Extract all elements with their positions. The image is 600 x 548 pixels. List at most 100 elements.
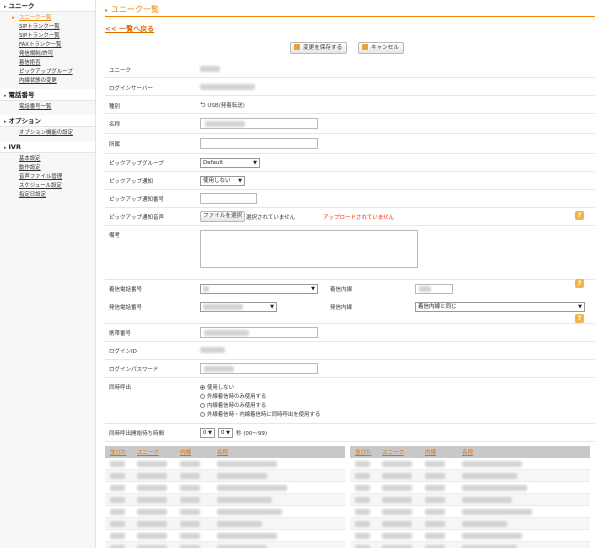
table-header: 並びた ユニーク 内線 名称 xyxy=(105,446,345,458)
table-row[interactable] xyxy=(350,494,590,506)
row-incoming: 着信電話番号 ▼ 着信内線 ? xyxy=(105,279,595,298)
sidebar-section-phone[interactable]: ▸ 電話番号 xyxy=(0,89,95,101)
simul-radio-external[interactable]: 外線着信時のみ使用する xyxy=(200,392,266,400)
notes-textarea[interactable] xyxy=(200,230,418,268)
pickup-group-value: Default xyxy=(203,160,224,166)
table-row[interactable] xyxy=(350,530,590,542)
sidebar-item-sip-trunk-2[interactable]: SIPトランク一覧 xyxy=(0,32,95,41)
outgoing-ext-label: 発信内線 xyxy=(330,305,353,311)
table-row[interactable] xyxy=(105,542,345,548)
login-password-input[interactable] xyxy=(200,363,318,374)
type-value-text: USB(発着転送) xyxy=(207,103,245,109)
affiliation-input[interactable] xyxy=(200,138,318,149)
table-row[interactable] xyxy=(350,482,590,494)
table-row[interactable] xyxy=(105,530,345,542)
pickup-notify-sound-label: ピックアップ通知音声 xyxy=(109,215,165,221)
chevron-down-icon: ▼ xyxy=(238,178,242,184)
sidebar-section-ivr[interactable]: ▸ IVR xyxy=(0,141,95,153)
table-row[interactable] xyxy=(350,470,590,482)
row-pickup-group: ピックアップグループ Default ▼ xyxy=(105,154,595,172)
sidebar-item-ivr-audio[interactable]: 音声ファイル管理 xyxy=(0,173,95,182)
sidebar-item-pickup-group[interactable]: ピックアップグループ xyxy=(0,68,95,77)
outgoing-number-select[interactable]: ▼ xyxy=(200,302,277,312)
sidebar-section-title: 電話番号 xyxy=(8,91,35,99)
row-mobile: 携帯番号 xyxy=(105,324,595,342)
table-row[interactable] xyxy=(105,470,345,482)
radio-icon xyxy=(200,394,205,399)
simul-wait-select-1[interactable]: 0 ▼ xyxy=(200,428,215,438)
table-row[interactable] xyxy=(350,506,590,518)
cancel-button[interactable]: キャンセル xyxy=(358,42,404,54)
simul-wait-select-2[interactable]: 0 ▼ xyxy=(218,428,233,438)
pickup-group-select[interactable]: Default ▼ xyxy=(200,158,260,168)
simul-radio-internal[interactable]: 内線着信時のみ使用する xyxy=(200,401,266,409)
table-row[interactable] xyxy=(105,458,345,470)
row-notes: 備考 xyxy=(105,226,595,280)
radio-icon xyxy=(200,412,205,417)
table-row[interactable] xyxy=(105,518,345,530)
unique-label: ユニーク xyxy=(109,68,132,74)
row-outgoing: 発信電話番号 ▼ 発信内線 着信内線と同じ ▼ ? xyxy=(105,298,595,324)
notes-label: 備考 xyxy=(109,233,121,239)
question-icon[interactable]: ? xyxy=(575,314,584,323)
question-icon[interactable]: ? xyxy=(575,279,584,288)
sidebar-section-option[interactable]: ▸ オプション xyxy=(0,115,95,127)
table-row[interactable] xyxy=(350,518,590,530)
file-select-button[interactable]: ファイルを選択 xyxy=(200,211,246,222)
simul-radio-both[interactable]: 外線着信時・内線着信時に同時呼出を使用する xyxy=(200,410,320,418)
simul-radio-none[interactable]: 使用しない xyxy=(200,383,234,391)
sidebar-item-ivr-basic[interactable]: 基本設定 xyxy=(0,155,95,164)
sidebar-item-phone-list[interactable]: 電話番号一覧 xyxy=(0,103,95,112)
simul-option-label: 外線着信時・内線着信時に同時呼出を使用する xyxy=(207,412,321,418)
chevron-down-icon: ▼ xyxy=(578,304,582,310)
mobile-input[interactable] xyxy=(200,327,318,338)
table-row[interactable] xyxy=(350,542,590,548)
sidebar-item-ivr-date[interactable]: 指定日設定 xyxy=(0,191,95,200)
member-table-left: 並びた ユニーク 内線 名称 xyxy=(105,446,345,548)
table-row[interactable] xyxy=(105,494,345,506)
incoming-ext-input[interactable] xyxy=(415,284,453,294)
col-unique[interactable]: ユニーク xyxy=(137,448,159,456)
triangle-icon: ▸ xyxy=(105,7,109,14)
table-row[interactable] xyxy=(105,482,345,494)
sidebar-item-fax-trunk[interactable]: FAXトランク一覧 xyxy=(0,41,95,50)
row-simul-call: 同時呼出 使用しない 外線着信時のみ使用する 内線着信時のみ使用する 外線着信時… xyxy=(105,378,595,424)
outgoing-ext-select[interactable]: 着信内線と同じ ▼ xyxy=(415,302,585,312)
pickup-notify-select[interactable]: 使用しない ▼ xyxy=(200,176,245,186)
save-button[interactable]: 変更を保存する xyxy=(290,42,348,54)
question-icon[interactable]: ? xyxy=(575,211,584,220)
pickup-group-label: ピックアップグループ xyxy=(109,161,164,167)
pickup-notify-number-input[interactable] xyxy=(200,193,257,204)
col-ext[interactable]: 内線 xyxy=(425,448,436,456)
simul-wait-suffix: 秒 (00〜99) xyxy=(236,431,268,437)
col-unique[interactable]: ユニーク xyxy=(382,448,404,456)
table-row[interactable] xyxy=(105,506,345,518)
sidebar-item-ivr-schedule[interactable]: スケジュール設定 xyxy=(0,182,95,191)
back-link[interactable]: << 一覧へ戻る xyxy=(105,24,154,34)
chevron-down-icon: ▼ xyxy=(253,160,257,166)
name-label: 名称 xyxy=(109,122,121,128)
chevron-down-icon: ▼ xyxy=(270,304,274,310)
name-input[interactable] xyxy=(200,118,318,129)
sidebar-item-sip-trunk-1[interactable]: SIPトランク一覧 xyxy=(0,23,95,32)
table-row[interactable] xyxy=(350,458,590,470)
sidebar-item-unique-list[interactable]: ユニーク一覧 xyxy=(0,14,95,23)
col-name[interactable]: 名称 xyxy=(462,448,473,456)
col-order[interactable]: 並びた xyxy=(110,448,127,456)
sidebar-item-ivr-action[interactable]: 動作設定 xyxy=(0,164,95,173)
row-simul-wait: 同時呼出開始待ち時間 0 ▼ 0 ▼ 秒 (00〜99) xyxy=(105,424,595,442)
sidebar-section-unique[interactable]: ▸ ユニーク xyxy=(0,0,95,12)
row-pickup-notify-number: ピックアップ通知番号 xyxy=(105,190,595,208)
main-content: ▸ ユニーク一覧 << 一覧へ戻る 変更を保存する キャンセル ユニーク ログイン… xyxy=(100,0,596,548)
sidebar-item-ext-status[interactable]: 内線状態の変更 xyxy=(0,77,95,86)
sidebar-item-option-settings[interactable]: オプション機能の設定 xyxy=(0,129,95,138)
sidebar-item-call-restriction[interactable]: 発信規制/許可 xyxy=(0,50,95,59)
sidebar-item-call-reject[interactable]: 着信拒否 xyxy=(0,59,95,68)
col-name[interactable]: 名称 xyxy=(217,448,228,456)
incoming-number-select[interactable]: ▼ xyxy=(200,284,318,294)
col-ext[interactable]: 内線 xyxy=(180,448,191,456)
type-label: 種別 xyxy=(109,104,121,110)
simul-wait-value-2: 0 xyxy=(221,430,225,436)
col-order[interactable]: 並びた xyxy=(355,448,372,456)
login-id-value xyxy=(200,347,225,354)
